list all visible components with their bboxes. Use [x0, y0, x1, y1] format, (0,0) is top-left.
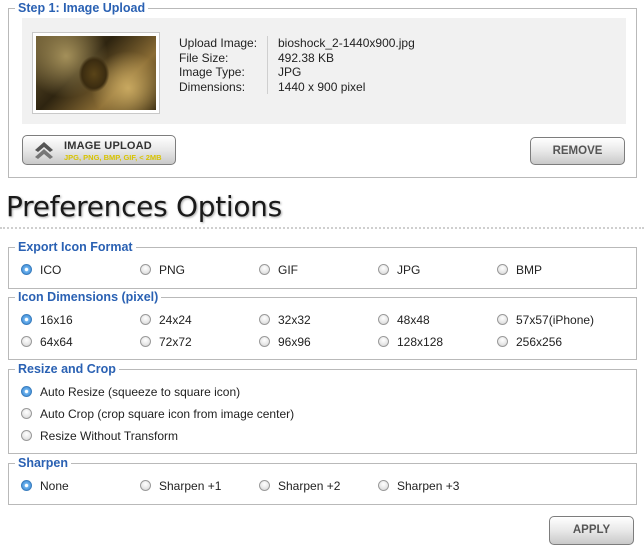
radio-button-icon[interactable]: [378, 264, 389, 275]
radio-button-icon[interactable]: [378, 314, 389, 325]
image-upload-button[interactable]: IMAGE UPLOAD JPG, PNG, BMP, GIF, < 2MB: [22, 135, 176, 165]
radio-button-icon[interactable]: [259, 336, 270, 347]
radio-label: Sharpen +3: [397, 479, 460, 493]
radio-label: None: [40, 479, 69, 493]
resize-crop-legend: Resize and Crop: [15, 361, 119, 377]
icon-dimensions-section: Icon Dimensions (pixel): [8, 289, 637, 360]
radio-label: 32x32: [278, 313, 311, 327]
info-label: Upload Image:: [179, 36, 258, 50]
info-label: File Size:: [179, 50, 229, 65]
export-format-legend: Export Icon Format: [15, 239, 136, 255]
radio-label: 48x48: [397, 313, 430, 327]
sharpen-legend: Sharpen: [15, 455, 72, 471]
radio-label: 72x72: [159, 335, 192, 349]
radio-button-icon[interactable]: [21, 336, 32, 347]
radio-button-icon[interactable]: [140, 480, 151, 491]
info-label: Image Type:: [179, 65, 245, 79]
radio-label: 64x64: [40, 335, 73, 349]
image-thumbnail: [32, 32, 160, 114]
radio-label: Sharpen +1: [159, 479, 222, 493]
radio-button-icon[interactable]: [259, 264, 270, 275]
radio-label: Auto Resize (squeeze to square icon): [40, 385, 241, 399]
radio-button-icon[interactable]: [497, 264, 508, 275]
info-separator: [267, 65, 268, 80]
info-value: bioshock_2-1440x900.jpg: [278, 36, 415, 50]
image-info: Upload Image: bioshock_2-1440x900.jpg Fi…: [179, 36, 415, 94]
upload-button-label: IMAGE UPLOAD: [64, 140, 152, 152]
info-label: Dimensions:: [179, 79, 246, 94]
remove-button[interactable]: REMOVE: [530, 137, 625, 165]
radio-button-icon[interactable]: [21, 408, 32, 419]
info-value: 492.38 KB: [278, 50, 335, 65]
radio-button-icon[interactable]: [21, 430, 32, 441]
info-value: JPG: [278, 65, 302, 79]
radio-label: 16x16: [40, 313, 73, 327]
radio-button-icon[interactable]: [140, 314, 151, 325]
info-row-dimensions: Dimensions: 1440 x 900 pixel: [179, 79, 415, 94]
thumbnail-image: [36, 36, 156, 110]
upload-button-formats: JPG, PNG, BMP, GIF, < 2MB: [64, 153, 162, 162]
radio-label: 96x96: [278, 335, 311, 349]
apply-button[interactable]: APPLY: [549, 516, 634, 545]
radio-button-icon[interactable]: [21, 264, 32, 275]
radio-label: Auto Crop (crop square icon from image c…: [40, 407, 295, 421]
info-row-file-size: File Size: 492.38 KB: [179, 50, 415, 65]
radio-button-icon[interactable]: [259, 314, 270, 325]
info-row-upload-image: Upload Image: bioshock_2-1440x900.jpg: [179, 36, 415, 51]
radio-button-icon[interactable]: [21, 314, 32, 325]
info-separator: [267, 79, 268, 94]
double-chevron-up-icon: [35, 142, 53, 159]
radio-label: GIF: [278, 263, 298, 277]
info-separator: [267, 36, 268, 51]
radio-label: ICO: [40, 263, 62, 277]
radio-button-icon[interactable]: [497, 314, 508, 325]
radio-button-icon[interactable]: [140, 264, 151, 275]
divider: [0, 227, 644, 229]
radio-label: 128x128: [397, 335, 444, 349]
image-upload-legend: Step 1: Image Upload: [15, 0, 149, 16]
info-separator: [267, 50, 268, 65]
export-format-section: Export Icon Format: [8, 239, 637, 289]
radio-button-icon[interactable]: [21, 386, 32, 397]
radio-label: JPG: [397, 263, 421, 277]
radio-button-icon[interactable]: [378, 336, 389, 347]
radio-label: BMP: [516, 263, 543, 277]
radio-button-icon[interactable]: [378, 480, 389, 491]
radio-button-icon[interactable]: [497, 336, 508, 347]
info-row-image-type: Image Type: JPG: [179, 65, 415, 80]
radio-label: Sharpen +2: [278, 479, 341, 493]
radio-button-icon[interactable]: [259, 480, 270, 491]
preferences-title: Preferences Options: [6, 190, 282, 223]
radio-label: 256x256: [516, 335, 563, 349]
upload-info-panel: Upload Image: bioshock_2-1440x900.jpg Fi…: [22, 18, 626, 124]
radio-label: PNG: [159, 263, 186, 277]
radio-button-icon[interactable]: [21, 480, 32, 491]
radio-label: Resize Without Transform: [40, 429, 179, 443]
radio-label: 57x57(iPhone): [516, 313, 595, 327]
info-value: 1440 x 900 pixel: [278, 79, 366, 94]
radio-label: 24x24: [159, 313, 192, 327]
radio-button-icon[interactable]: [140, 336, 151, 347]
icon-dimensions-legend: Icon Dimensions (pixel): [15, 289, 162, 305]
